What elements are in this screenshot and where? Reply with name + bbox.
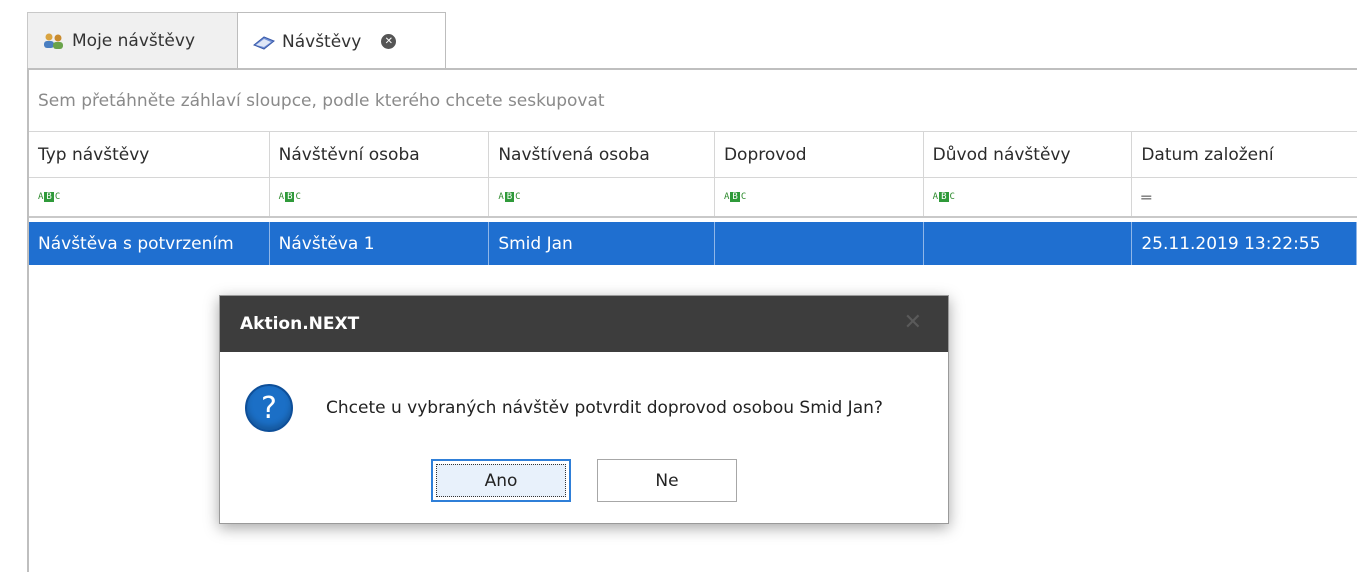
column-header[interactable]: Doprovod bbox=[715, 132, 924, 177]
column-header[interactable]: Typ návštěvy bbox=[29, 132, 270, 177]
abc-filter-icon[interactable]: ABC bbox=[38, 192, 60, 202]
dialog-title: Aktion.NEXT bbox=[240, 314, 360, 334]
dialog-buttons: Ano Ne bbox=[220, 459, 948, 502]
abc-filter-icon[interactable]: ABC bbox=[724, 192, 746, 202]
table-cell[interactable]: 25.11.2019 13:22:55 bbox=[1132, 222, 1357, 265]
tab-label: Moje návštěvy bbox=[72, 30, 196, 51]
table-cell[interactable]: Návštěva s potvrzením bbox=[29, 222, 270, 265]
equals-filter-icon[interactable]: ═ bbox=[1141, 188, 1151, 207]
abc-filter-icon[interactable]: ABC bbox=[498, 192, 521, 202]
book-icon bbox=[252, 32, 276, 52]
yes-button[interactable]: Ano bbox=[431, 459, 571, 502]
column-header-row: Typ návštěvy Návštěvní osoba Navštívená … bbox=[29, 132, 1357, 178]
column-header[interactable]: Datum založení bbox=[1132, 132, 1357, 177]
table-cell[interactable]: Smid Jan bbox=[489, 222, 715, 265]
users-icon bbox=[42, 31, 66, 51]
table-row[interactable]: Návštěva s potvrzením Návštěva 1 Smid Ja… bbox=[29, 222, 1357, 265]
table-cell[interactable]: Návštěva 1 bbox=[270, 222, 490, 265]
tab-moje-navstevy[interactable]: Moje návštěvy bbox=[27, 12, 238, 68]
tab-strip: Moje návštěvy Návštěvy ✕ bbox=[27, 12, 446, 70]
dialog-message: Chcete u vybraných návštěv potvrdit dopr… bbox=[326, 398, 883, 418]
table-cell[interactable] bbox=[715, 222, 924, 265]
abc-filter-icon[interactable]: ABC bbox=[933, 192, 955, 202]
close-tab-icon[interactable]: ✕ bbox=[381, 34, 397, 49]
dialog-title-bar[interactable]: Aktion.NEXT ✕ bbox=[220, 296, 948, 352]
tab-label: Návštěvy bbox=[282, 31, 362, 52]
filter-cell[interactable]: ABC bbox=[29, 178, 270, 216]
filter-row: ABC ABC ABC ABC ABC ═ bbox=[29, 178, 1357, 218]
close-icon[interactable]: ✕ bbox=[904, 312, 922, 334]
column-header[interactable]: Návštěvní osoba bbox=[270, 132, 490, 177]
filter-cell[interactable]: ABC bbox=[270, 178, 490, 216]
dialog-body: ? Chcete u vybraných návštěv potvrdit do… bbox=[220, 352, 948, 464]
table-cell[interactable] bbox=[924, 222, 1133, 265]
group-by-panel[interactable]: Sem přetáhněte záhlaví sloupce, podle kt… bbox=[29, 70, 1357, 132]
confirm-dialog: Aktion.NEXT ✕ ? Chcete u vybraných návšt… bbox=[219, 295, 949, 524]
filter-cell[interactable]: ABC bbox=[924, 178, 1133, 216]
filter-cell[interactable]: ABC bbox=[715, 178, 924, 216]
filter-cell[interactable]: ABC bbox=[489, 178, 715, 216]
question-icon: ? bbox=[245, 384, 293, 432]
column-header[interactable]: Důvod návštěvy bbox=[924, 132, 1133, 177]
column-header[interactable]: Navštívená osoba bbox=[489, 132, 715, 177]
tab-navstevy[interactable]: Návštěvy ✕ bbox=[237, 12, 446, 70]
abc-filter-icon[interactable]: ABC bbox=[279, 192, 301, 202]
filter-cell[interactable]: ═ bbox=[1132, 178, 1357, 216]
no-button[interactable]: Ne bbox=[597, 459, 737, 502]
